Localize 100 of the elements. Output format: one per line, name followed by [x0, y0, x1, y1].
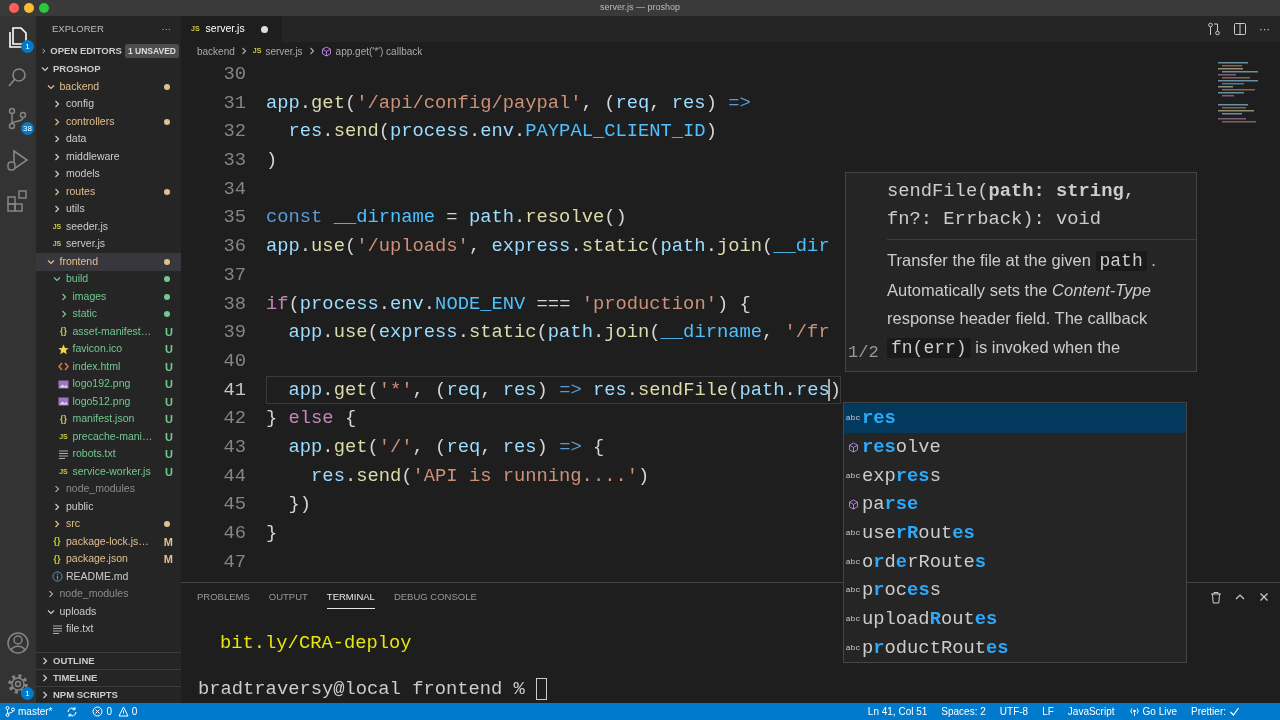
file-item[interactable]: {} asset-manifest… U	[36, 323, 181, 341]
line-number: 35	[222, 205, 247, 231]
panel-tab[interactable]: PROBLEMS	[197, 584, 250, 610]
folder-item[interactable]: controllers	[36, 113, 181, 131]
text-file-icon	[58, 448, 69, 460]
breadcrumb-item[interactable]: app.get('*') callback	[320, 43, 423, 59]
line-number: 30	[222, 62, 247, 87]
breadcrumb-item[interactable]: backend	[197, 43, 235, 59]
close-window-button[interactable]	[9, 3, 19, 13]
line-number: 38	[222, 291, 247, 317]
branch-button[interactable]: master*	[5, 704, 53, 719]
settings-icon[interactable]	[5, 671, 31, 697]
line-number: 40	[222, 348, 247, 374]
folder-item[interactable]: node_modules	[36, 585, 181, 603]
file-item[interactable]: file.txt	[36, 620, 181, 638]
image-file-icon	[58, 396, 69, 408]
signature-text: fn?: Errback): void	[887, 207, 1103, 232]
panel-tab[interactable]: TERMINAL	[326, 584, 375, 610]
line-number: 36	[222, 234, 247, 260]
section-header[interactable]: OPEN EDITORS 1 UNSAVED	[36, 42, 181, 60]
folder-item[interactable]: node_modules	[36, 480, 181, 498]
line-number: 42	[222, 406, 247, 432]
suggestion-item[interactable]: resolve	[844, 432, 1186, 462]
window-title: server.js — proshop	[598, 1, 681, 15]
branch-icon	[5, 706, 15, 717]
panel-tab[interactable]: OUTPUT	[268, 584, 308, 610]
more-actions-button[interactable]: ···	[1259, 20, 1270, 38]
git-status-letter: U	[165, 377, 173, 392]
folder-item[interactable]: models	[36, 165, 181, 183]
cube-icon	[847, 441, 859, 453]
file-item[interactable]: logo512.png U	[36, 393, 181, 411]
code-line: res.send(process.env.PAYPAL_CLIENT_ID)	[287, 119, 717, 145]
git-status-letter: U	[165, 429, 173, 445]
section-header[interactable]: OUTLINE	[36, 652, 181, 669]
code-line: })	[287, 492, 312, 518]
trash-icon[interactable]	[1210, 590, 1222, 604]
folder-item[interactable]: backend	[36, 78, 181, 96]
run-debug-icon[interactable]	[5, 147, 31, 173]
git-status-letter: M	[163, 534, 173, 550]
account-icon[interactable]	[5, 630, 31, 656]
line-number: 33	[222, 148, 247, 174]
unsaved-count-badge: 1 UNSAVED	[124, 43, 179, 59]
folder-item[interactable]: static	[36, 305, 181, 323]
status-item[interactable]: Ln 41, Col 51	[867, 704, 928, 719]
line-number: 39	[222, 320, 247, 346]
word-kind-label: abc	[845, 527, 861, 540]
cube-icon	[320, 45, 332, 57]
terminal-output: bit.ly/CRA-deploy	[219, 631, 412, 656]
panel-tab[interactable]: DEBUG CONSOLE	[393, 584, 477, 610]
file-item[interactable]: logo192.png U	[36, 375, 181, 393]
file-item[interactable]: README.md	[36, 568, 181, 586]
line-number: 45	[222, 492, 247, 518]
folder-item[interactable]: config	[36, 95, 181, 113]
check-icon	[1229, 706, 1240, 717]
folder-item[interactable]: images	[36, 288, 181, 306]
line-number: 47	[222, 549, 247, 575]
git-status-letter: U	[165, 324, 173, 340]
status-item[interactable]: UTF-8	[999, 704, 1029, 719]
section-header[interactable]: TIMELINE	[36, 669, 181, 686]
file-item[interactable]: index.html U	[36, 358, 181, 376]
code-line: res.send('API is running....')	[310, 463, 650, 489]
folder-item[interactable]: build	[36, 270, 181, 288]
warning-icon	[117, 706, 129, 717]
sync-icon[interactable]	[66, 705, 79, 718]
folder-item[interactable]: data	[36, 130, 181, 148]
folder-item[interactable]: routes	[36, 183, 181, 201]
folder-item[interactable]: src	[36, 515, 181, 533]
line-number: 32	[222, 119, 247, 145]
file-item[interactable]: {} package-lock.js… M	[36, 533, 181, 551]
folder-item[interactable]: frontend	[36, 253, 181, 271]
problems-button[interactable]: 0 0	[92, 704, 138, 719]
close-icon[interactable]	[1258, 591, 1270, 603]
cube-icon	[847, 498, 859, 510]
more-actions-button[interactable]: ···	[161, 21, 171, 37]
text-file-icon	[51, 623, 63, 635]
folder-item[interactable]: uploads	[36, 603, 181, 621]
status-item[interactable]: JavaScript	[1067, 704, 1115, 719]
line-number: 41	[222, 377, 247, 403]
compare-changes-icon[interactable]	[1207, 22, 1221, 36]
file-item[interactable]: favicon.ico U	[36, 340, 181, 358]
status-item[interactable]: Spaces: 2	[941, 704, 986, 719]
terminal-cursor	[535, 678, 547, 700]
split-editor-icon[interactable]	[1233, 22, 1247, 36]
go-live-button[interactable]: Go Live	[1128, 704, 1177, 719]
json-file-icon: {}	[60, 325, 67, 339]
file-item[interactable]: robots.txt U	[36, 445, 181, 463]
status-item[interactable]: LF	[1042, 704, 1054, 719]
minimize-window-button[interactable]	[24, 3, 34, 13]
folder-item[interactable]: middleware	[36, 148, 181, 166]
folder-item[interactable]: utils	[36, 200, 181, 218]
zoom-window-button[interactable]	[39, 3, 49, 13]
suggestion-item[interactable]: parse	[844, 490, 1186, 519]
folder-item[interactable]: public	[36, 498, 181, 516]
file-item[interactable]: {} manifest.json U	[36, 410, 181, 428]
prettier-button[interactable]: Prettier:	[1191, 704, 1240, 719]
file-item[interactable]: {} package.json M	[36, 550, 181, 568]
code-line: if(process.env.NODE_ENV === 'production') {	[266, 291, 751, 317]
git-status-letter: U	[165, 447, 173, 462]
folder-header[interactable]: PROSHOP	[36, 60, 181, 78]
git-status-letter: U	[165, 342, 173, 357]
